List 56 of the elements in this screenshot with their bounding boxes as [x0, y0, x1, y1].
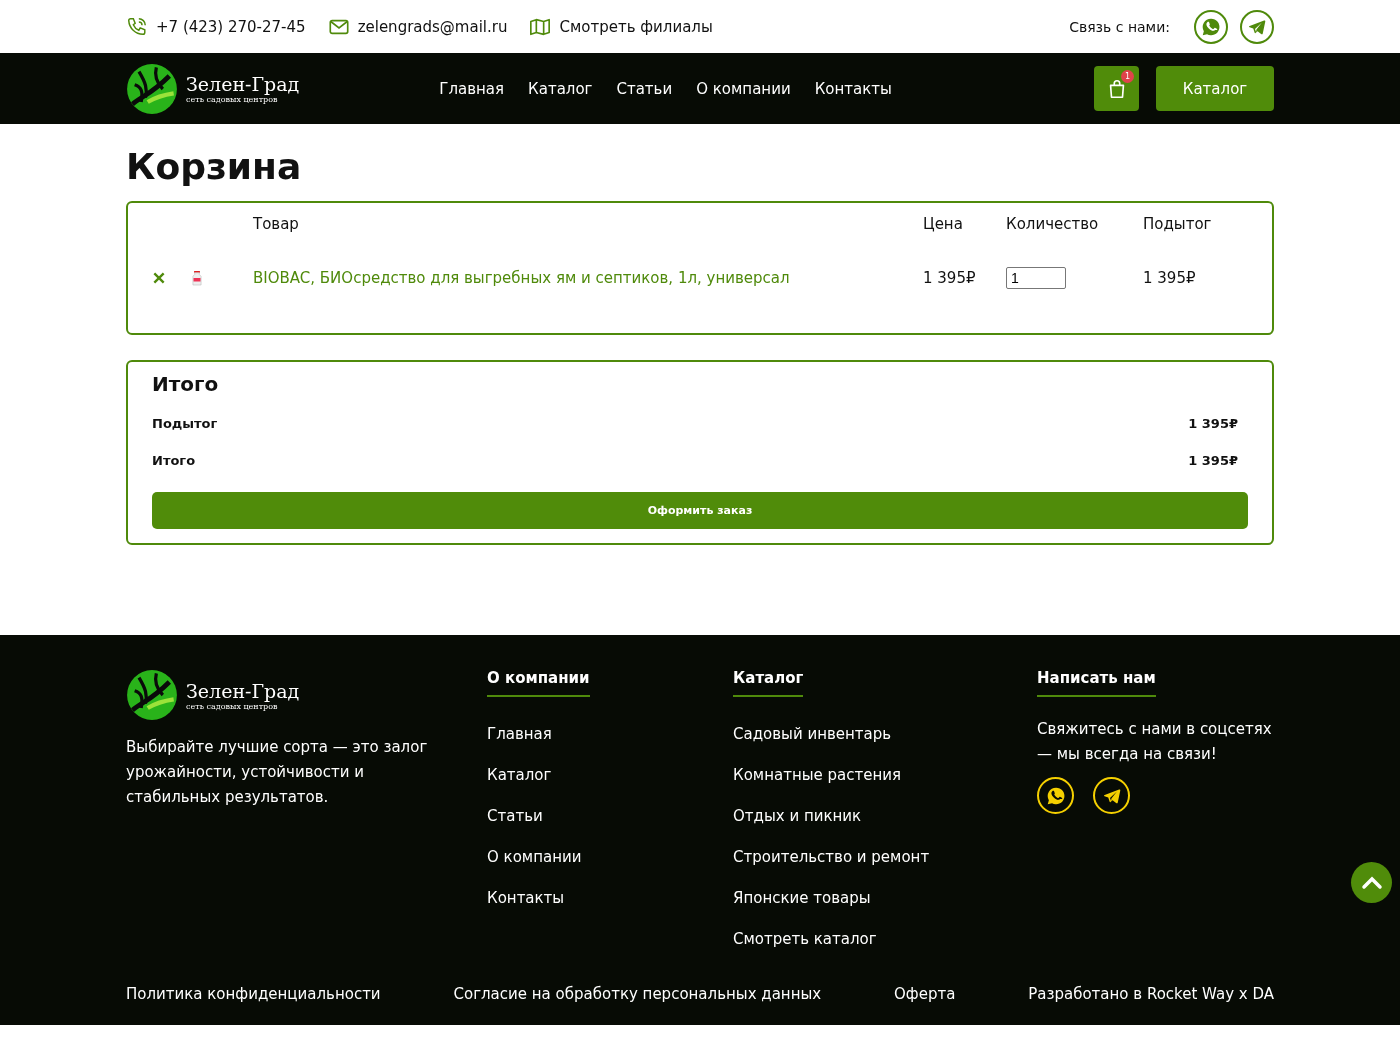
footer-link[interactable]: Отдых и пикник [733, 807, 862, 826]
cart-count-badge: 1 [1121, 70, 1134, 83]
footer-bottom-link[interactable]: Оферта [894, 985, 956, 1003]
footer-bottom-link[interactable]: Согласие на обработку персональных данных [453, 985, 822, 1003]
footer-bottom-link[interactable]: Политика конфиденциальности [126, 985, 381, 1003]
nav-link[interactable]: Статьи [616, 79, 673, 98]
footer-link[interactable]: Каталог [487, 766, 552, 785]
catalog-button[interactable]: Каталог [1156, 66, 1274, 111]
footer-description: Выбирайте лучшие сорта — это залог урожайности, устойчивости и стабильных результатов. [126, 737, 429, 808]
logo-name: Зелен-Град [186, 73, 300, 95]
price-cell-text: 1 395₽ [923, 269, 977, 287]
nav-link[interactable]: Каталог [528, 79, 593, 98]
totals-value: 1 395₽ [1188, 453, 1238, 468]
nav-link[interactable]: Главная [439, 79, 505, 98]
totals-title: Итого [152, 372, 220, 396]
totals-value: 1 395₽ [1188, 416, 1238, 431]
branches-link[interactable]: Смотреть филиалы [559, 17, 713, 36]
contact-label: Связь с нами: [1069, 18, 1170, 35]
footer-link[interactable]: Смотреть каталог [733, 930, 877, 949]
credit-text: Разработано в Rocket Way x DA [1028, 985, 1274, 1003]
footer-link[interactable]: Строительство и ремонт [733, 848, 930, 867]
column-header: Подытог [1143, 215, 1213, 233]
cart-button[interactable]: 1 [1094, 66, 1139, 111]
quantity-field[interactable]: 1 [1006, 267, 1066, 289]
email-link[interactable]: zelengrads@mail.ru [357, 17, 508, 36]
footer-text: Свяжитесь с нами в соцсетях — мы всегда на связи! [1037, 719, 1272, 765]
scroll-top-button[interactable] [1351, 862, 1392, 903]
tree-logo-icon [126, 62, 178, 115]
subtotal-cell-text: 1 395₽ [1143, 269, 1197, 287]
footer-link[interactable]: Комнатные растения [733, 766, 902, 785]
close-icon [152, 271, 166, 285]
checkout-button[interactable]: Оформить заказ [152, 492, 1248, 529]
totals-label: Итого [152, 453, 196, 468]
logo-tagline: сеть садовых центров [186, 701, 278, 711]
footer-link[interactable]: Контакты [487, 889, 565, 908]
footer-heading: Каталог [733, 669, 804, 697]
logo-name: Зелен-Град [186, 679, 300, 702]
column-header: Цена [923, 215, 964, 233]
footer-link[interactable]: Главная [487, 725, 552, 744]
footer-link[interactable]: О компании [487, 848, 582, 867]
footer-heading: Написать нам [1037, 669, 1156, 697]
product-link[interactable]: BIOBAC, БИОсредство для выгребных ям и септиков, 1л, универсал [253, 269, 923, 287]
logo-tagline: сеть садовых центров [186, 95, 279, 104]
footer-link[interactable]: Садовый инвентарь [733, 725, 892, 744]
tree-logo-icon [126, 669, 178, 721]
phone-icon [126, 15, 148, 38]
nav-link[interactable]: О компании [696, 79, 791, 98]
footer-heading: О компании [487, 669, 590, 697]
footer-link[interactable]: Японские товары [733, 889, 871, 908]
column-header: Товар [253, 215, 300, 233]
totals-label: Подытог [152, 416, 218, 431]
page-title: Корзина [126, 146, 303, 187]
footer-link[interactable]: Статьи [487, 807, 543, 826]
phone-link[interactable]: +7 (423) 270-27-45 [156, 17, 306, 36]
column-header: Количество [1006, 215, 1100, 233]
nav-link[interactable]: Контакты [814, 79, 892, 98]
